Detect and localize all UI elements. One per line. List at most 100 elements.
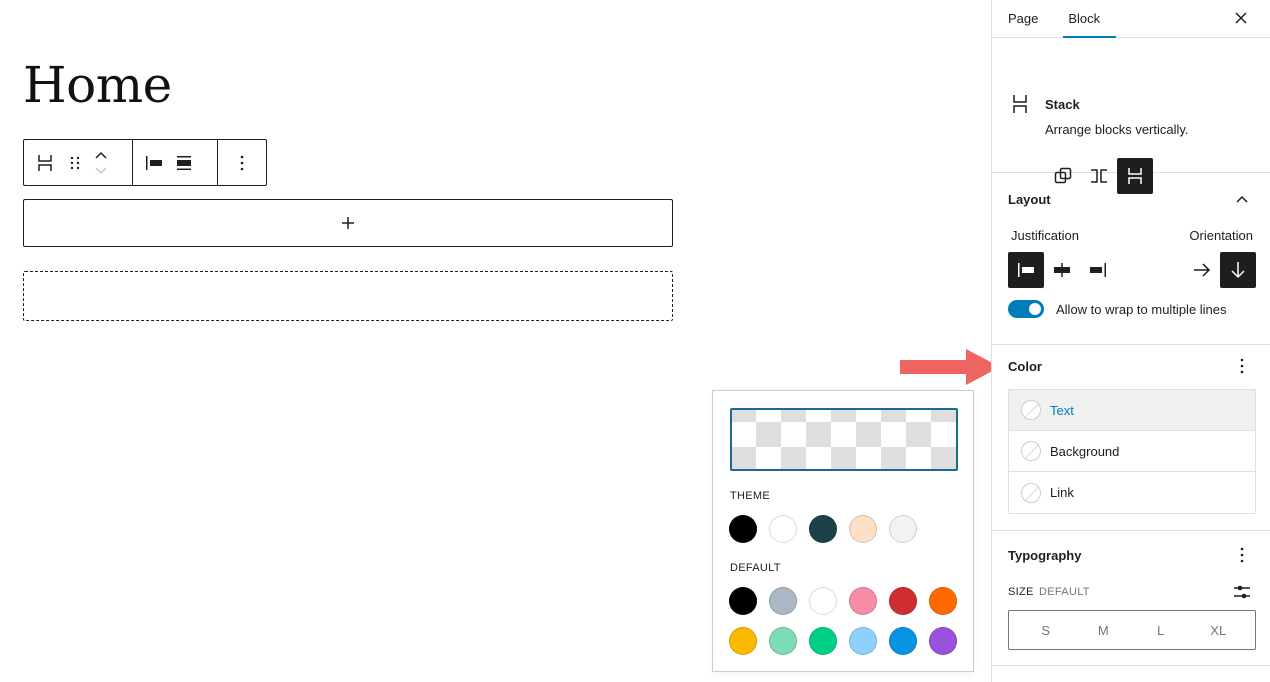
color-swatch[interactable]	[729, 627, 757, 655]
empty-color-swatch-icon	[1021, 482, 1041, 503]
layout-panel-title[interactable]: Layout	[1008, 192, 1051, 207]
color-swatch[interactable]	[809, 587, 837, 615]
color-options-button[interactable]	[1232, 356, 1252, 376]
color-swatch[interactable]	[849, 627, 877, 655]
block-title: Stack	[1045, 97, 1080, 112]
color-swatch[interactable]	[809, 627, 837, 655]
justify-left-icon	[1018, 263, 1034, 277]
color-swatch[interactable]	[769, 587, 797, 615]
font-size-picker: S M L XL	[1008, 610, 1256, 650]
settings-sliders-icon	[1234, 585, 1250, 599]
chevron-up-icon	[1236, 195, 1248, 203]
empty-color-swatch-icon	[1021, 441, 1041, 461]
justify-stretch-button[interactable]	[169, 145, 199, 181]
wrap-toggle[interactable]	[1008, 300, 1044, 318]
block-toolbar	[23, 139, 267, 186]
drag-handle-icon	[70, 156, 80, 169]
sidebar-tabs: Page Block	[992, 0, 1270, 38]
color-swatch[interactable]	[769, 627, 797, 655]
block-description: Arrange blocks vertically.	[1045, 122, 1189, 137]
justification-label: Justification	[1011, 228, 1079, 243]
color-swatch[interactable]	[729, 515, 757, 543]
block-card: Stack Arrange blocks vertically.	[992, 38, 1270, 194]
more-options-button[interactable]	[227, 145, 257, 181]
close-icon	[1235, 12, 1247, 24]
theme-palette-label: THEME	[730, 490, 770, 502]
font-size-option[interactable]: XL	[1198, 623, 1238, 638]
color-swatch[interactable]	[889, 587, 917, 615]
arrow-down-icon	[1231, 262, 1245, 279]
stack-block-switcher-button[interactable]	[30, 145, 60, 181]
size-value: DEFAULT	[1039, 586, 1090, 598]
block-appender-button[interactable]	[23, 199, 673, 247]
arrow-right-icon	[1194, 263, 1211, 277]
justify-right-button[interactable]	[1080, 252, 1116, 288]
color-item-text[interactable]: Text	[1009, 390, 1255, 431]
default-swatches-row-2	[729, 627, 957, 655]
default-swatches-row-1	[729, 587, 957, 615]
color-swatch[interactable]	[889, 515, 917, 543]
annotation-arrow-icon	[900, 349, 1000, 385]
editor-canvas: Home THEME DEFAULT	[0, 0, 1000, 682]
color-swatch[interactable]	[929, 587, 957, 615]
color-preview-transparent[interactable]	[730, 408, 958, 471]
empty-block-placeholder[interactable]	[23, 271, 673, 321]
tab-block[interactable]: Block	[1053, 0, 1116, 38]
font-size-option[interactable]: L	[1141, 623, 1181, 638]
page-title[interactable]: Home	[23, 56, 172, 114]
orientation-vertical-button[interactable]	[1220, 252, 1256, 288]
color-swatch[interactable]	[729, 587, 757, 615]
justify-left-button[interactable]	[1008, 252, 1044, 288]
tab-page-label: Page	[1008, 11, 1039, 26]
close-sidebar-button[interactable]	[1230, 7, 1252, 29]
color-swatch[interactable]	[929, 627, 957, 655]
tab-page[interactable]: Page	[992, 0, 1053, 37]
block-movers	[90, 145, 112, 181]
color-swatch[interactable]	[769, 515, 797, 543]
move-up-icon[interactable]	[94, 151, 108, 161]
size-heading: SIZE DEFAULT	[1008, 586, 1090, 598]
color-item-background[interactable]: Background	[1009, 431, 1255, 472]
font-size-option[interactable]: S	[1026, 623, 1066, 638]
stack-block-icon	[1013, 95, 1027, 113]
typography-panel-title: Typography	[1008, 548, 1082, 563]
justify-center-icon	[1054, 263, 1070, 277]
orientation-label: Orientation	[1189, 228, 1253, 243]
justify-left-icon	[146, 155, 162, 170]
font-size-option[interactable]: M	[1083, 623, 1123, 638]
more-vertical-icon	[240, 155, 244, 170]
color-swatch[interactable]	[889, 627, 917, 655]
color-settings-list: Text Background Link	[1008, 389, 1256, 514]
color-item-link[interactable]: Link	[1009, 472, 1255, 513]
settings-sidebar: Page Block Stack Arrange blocks vertical…	[991, 0, 1270, 682]
justify-stretch-icon	[177, 155, 191, 170]
toolbar-group-block	[24, 140, 133, 185]
move-down-icon[interactable]	[94, 165, 108, 175]
stack-icon	[38, 154, 52, 171]
color-picker-popover: THEME DEFAULT	[712, 390, 974, 672]
color-swatch[interactable]	[849, 515, 877, 543]
drag-handle[interactable]	[60, 145, 90, 181]
more-vertical-icon	[1240, 547, 1244, 563]
justify-left-button[interactable]	[139, 145, 169, 181]
color-item-label: Background	[1050, 443, 1120, 459]
color-item-label: Link	[1050, 485, 1074, 500]
custom-size-button[interactable]	[1232, 582, 1252, 602]
empty-color-swatch-icon	[1021, 400, 1041, 420]
more-vertical-icon	[1240, 358, 1244, 374]
default-palette-label: DEFAULT	[730, 562, 781, 574]
tab-block-label: Block	[1068, 11, 1101, 26]
justify-center-button[interactable]	[1044, 252, 1080, 288]
color-panel-title: Color	[1008, 359, 1042, 374]
toolbar-group-justify	[133, 140, 218, 185]
typography-options-button[interactable]	[1232, 545, 1252, 565]
color-item-label: Text	[1050, 402, 1074, 418]
toolbar-group-options	[218, 140, 266, 185]
orientation-horizontal-button[interactable]	[1184, 252, 1220, 288]
theme-swatches	[729, 515, 917, 543]
layout-collapse-button[interactable]	[1232, 189, 1252, 209]
transparency-checkerboard	[732, 410, 956, 469]
color-swatch[interactable]	[849, 587, 877, 615]
justify-right-icon	[1090, 263, 1106, 277]
color-swatch[interactable]	[809, 515, 837, 543]
